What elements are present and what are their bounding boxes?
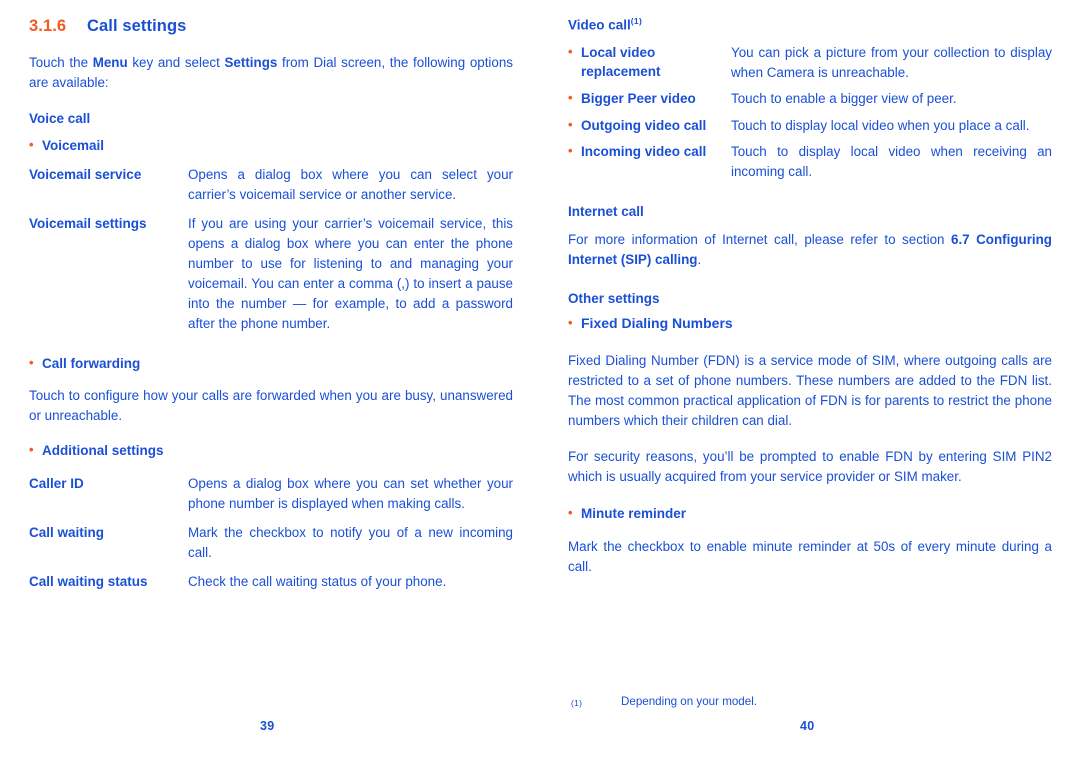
table-row: Local video replacement You can pick a p… (568, 42, 1052, 82)
voice-call-heading: Voice call (29, 110, 91, 126)
table-row: Voicemail settings If you are using your… (29, 214, 513, 334)
page-number-left: 39 (260, 719, 275, 733)
intro-part-1: Touch the (29, 54, 93, 70)
bullet-additional-settings-label: Additional settings (42, 443, 164, 459)
right-page-body: Video call(1) Local video replacement Yo… (568, 16, 1052, 577)
def-description: If you are using your carrier’s voicemai… (188, 216, 513, 332)
bullet-fixed-dialing-numbers-label: Fixed Dialing Numbers (581, 315, 733, 332)
fdn-paragraph-1: Fixed Dialing Number (FDN) is a service … (568, 353, 1052, 429)
video-call-definition-list: Local video replacement You can pick a p… (568, 42, 1052, 181)
table-row: Outgoing video call Touch to display loc… (568, 115, 1052, 136)
def-description: Opens a dialog box where you can set whe… (188, 476, 513, 512)
footnote-marker: (1) (571, 698, 583, 708)
bullet-voicemail-label: Voicemail (42, 138, 105, 154)
def-term: Voicemail settings (29, 216, 147, 232)
table-row: Voicemail service Opens a dialog box whe… (29, 165, 513, 205)
def-description: Check the call waiting status of your ph… (188, 574, 447, 590)
video-call-heading-label: Video call (568, 17, 631, 33)
intro-bold-settings: Settings (224, 54, 278, 70)
section-title: Call settings (87, 17, 187, 35)
intro-bold-menu: Menu (92, 54, 128, 70)
internet-call-part-1: For more information of Internet call, p… (568, 231, 951, 247)
bullet-call-forwarding-label: Call forwarding (42, 356, 141, 372)
minute-reminder-paragraph: Mark the checkbox to enable minute remin… (568, 539, 1052, 575)
def-term: Call waiting (29, 525, 105, 541)
page-number-right: 40 (800, 719, 815, 733)
bullet-minute-reminder: Minute reminder (568, 503, 1052, 523)
page-title: 3.1.6 Call settings (29, 16, 513, 37)
bullet-voicemail: Voicemail (29, 135, 513, 155)
table-row: Call waiting status Check the call waiti… (29, 572, 513, 592)
table-row: Call waiting Mark the checkbox to notify… (29, 523, 513, 563)
def-term: Bigger Peer video (568, 88, 731, 108)
def-term: Caller ID (29, 476, 84, 492)
internet-call-part-2: . (697, 251, 702, 267)
other-settings-heading: Other settings (568, 290, 660, 306)
table-row: Bigger Peer video Touch to enable a bigg… (568, 88, 1052, 109)
def-description: Mark the checkbox to notify you of a new… (188, 525, 513, 561)
bullet-minute-reminder-label: Minute reminder (581, 506, 687, 522)
def-term: Voicemail service (29, 167, 142, 183)
additional-settings-definition-list: Caller ID Opens a dialog box where you c… (29, 474, 513, 592)
footnote: (1) Depending on your model. (571, 694, 1031, 711)
bullet-additional-settings: Additional settings (29, 440, 513, 460)
fdn-paragraph-2: For security reasons, you’ll be prompted… (568, 449, 1052, 485)
def-description: Touch to display local video when receiv… (731, 144, 1052, 179)
def-term: Local video replacement (568, 42, 731, 81)
table-row: Incoming video call Touch to display loc… (568, 141, 1052, 181)
def-description: Opens a dialog box where you can select … (188, 167, 513, 203)
def-description: Touch to display local video when you pl… (731, 117, 1030, 133)
video-call-footnote-marker: (1) (630, 16, 643, 26)
def-description: Touch to enable a bigger view of peer. (731, 91, 957, 107)
voicemail-definition-list: Voicemail service Opens a dialog box whe… (29, 165, 513, 334)
intro-part-2: key and select (127, 54, 225, 70)
table-row: Caller ID Opens a dialog box where you c… (29, 474, 513, 514)
bullet-fixed-dialing-numbers: Fixed Dialing Numbers (568, 313, 1052, 333)
internet-call-paragraph: For more information of Internet call, p… (568, 230, 1052, 270)
def-term: Incoming video call (568, 141, 731, 161)
bullet-call-forwarding: Call forwarding (29, 353, 513, 373)
left-page-column: 3.1.6 Call settings Touch the Menu key an… (29, 0, 513, 767)
manual-page-spread: 3.1.6 Call settings Touch the Menu key an… (0, 0, 1080, 767)
left-page-body: 3.1.6 Call settings Touch the Menu key an… (29, 16, 513, 592)
section-number: 3.1.6 (29, 17, 67, 35)
internet-call-heading: Internet call (568, 204, 644, 220)
video-call-heading: Video call(1) (568, 16, 1052, 34)
call-forwarding-paragraph: Touch to configure how your calls are fo… (29, 388, 513, 424)
def-term: Outgoing video call (568, 115, 731, 135)
def-term: Call waiting status (29, 574, 148, 590)
right-page-column: Video call(1) Local video replacement Yo… (568, 0, 1052, 767)
footnote-text: Depending on your model. (621, 695, 757, 708)
def-description: You can pick a picture from your collect… (731, 45, 1052, 80)
intro-paragraph: Touch the Menu key and select Settings f… (29, 53, 513, 93)
